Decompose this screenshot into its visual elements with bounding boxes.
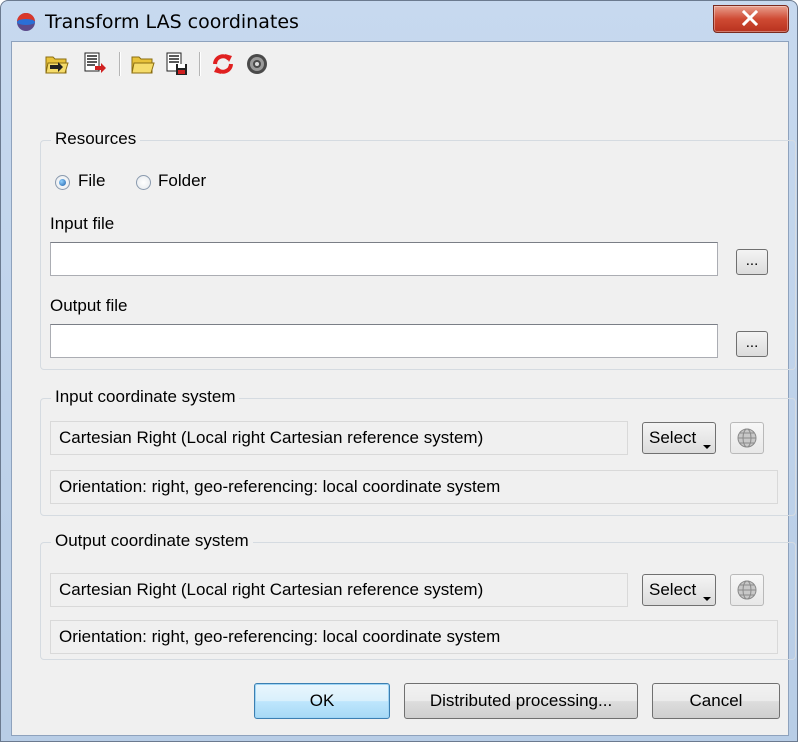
gear-icon[interactable] [244,51,270,77]
output-cs-field: Cartesian Right (Local right Cartesian r… [50,573,628,607]
file-radio-label[interactable]: File [78,171,105,191]
input-cs-orientation: Orientation: right, geo-referencing: loc… [50,470,778,504]
open-arrow-icon[interactable] [44,51,70,77]
input-cs-globe-button[interactable] [730,422,764,454]
toolbar-separator [119,52,121,76]
folder-radio-label[interactable]: Folder [158,171,206,191]
dropdown-arrow-icon [703,445,711,449]
ok-button[interactable]: OK [254,683,390,719]
input-cs-field: Cartesian Right (Local right Cartesian r… [50,421,628,455]
input-cs-select-button[interactable]: Select [642,422,716,454]
input-file-browse-button[interactable]: ... [736,249,768,275]
input-cs-select-label: Select [649,428,697,447]
dialog-window: Transform LAS coordinates Resources File… [0,0,798,742]
globe-icon [737,580,757,600]
save-arrow-icon[interactable] [82,51,108,77]
close-button[interactable] [713,5,789,33]
dropdown-arrow-icon [703,597,711,601]
window-title: Transform LAS coordinates [45,11,299,33]
output-file-field[interactable] [50,324,718,358]
output-cs-globe-button[interactable] [730,574,764,606]
title-bar[interactable]: Transform LAS coordinates [1,1,797,41]
file-radio[interactable] [55,175,70,190]
output-cs-group-title: Output coordinate system [51,531,253,551]
cancel-button[interactable]: Cancel [652,683,780,719]
output-cs-select-button[interactable]: Select [642,574,716,606]
output-cs-orientation: Orientation: right, geo-referencing: loc… [50,620,778,654]
dialog-client-area: Resources File Folder Input file ... Out… [11,41,796,736]
output-cs-select-label: Select [649,580,697,599]
input-file-field[interactable] [50,242,718,276]
output-file-browse-button[interactable]: ... [736,331,768,357]
folder-open-icon[interactable] [130,51,156,77]
input-file-label: Input file [50,214,115,233]
toolbar-separator [199,52,201,76]
save-icon[interactable] [164,51,190,77]
input-cs-group-title: Input coordinate system [51,387,240,407]
refresh-icon[interactable] [210,51,236,77]
toolbar [12,42,788,86]
globe-icon [737,428,757,448]
distributed-processing-button[interactable]: Distributed processing... [404,683,638,719]
resources-group-title: Resources [51,129,141,149]
close-icon [741,10,759,26]
output-file-label: Output file [50,296,128,315]
app-logo-icon [17,13,35,31]
folder-radio[interactable] [136,175,151,190]
